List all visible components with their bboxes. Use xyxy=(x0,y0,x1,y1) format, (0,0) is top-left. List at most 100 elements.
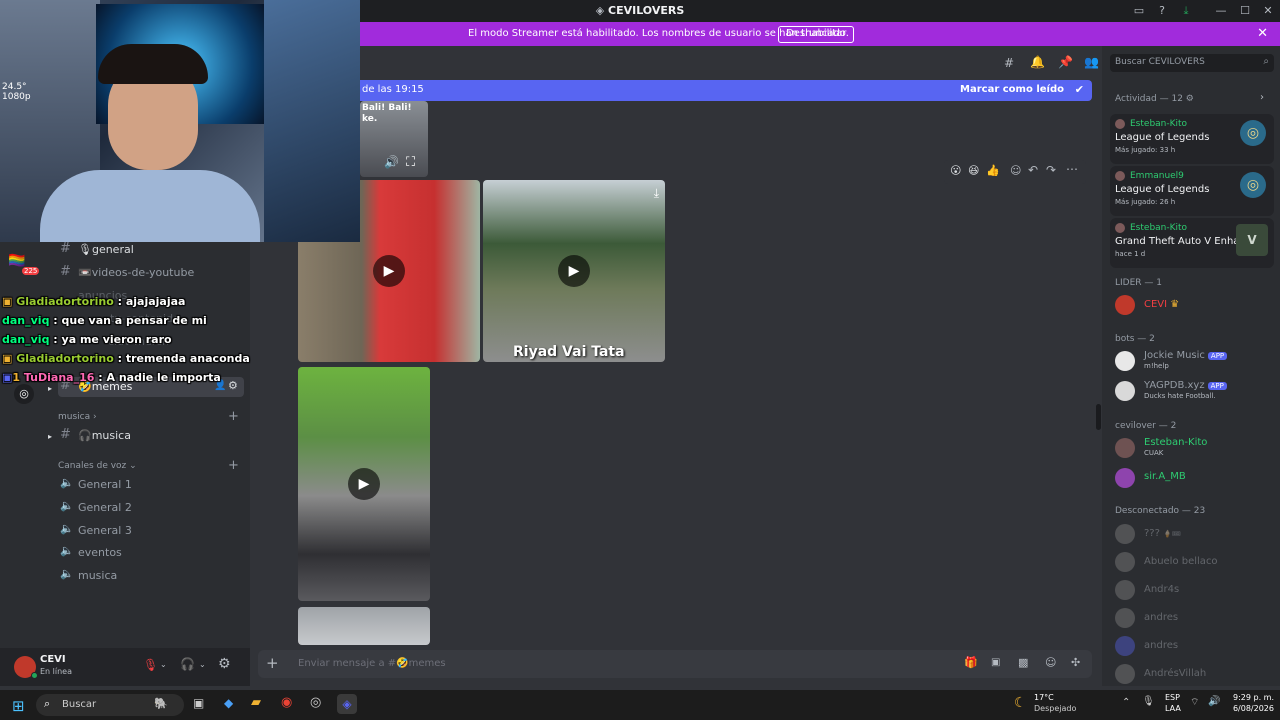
category-musica[interactable]: musica › xyxy=(58,412,97,422)
chevron-up-icon[interactable]: ⌃ xyxy=(1122,697,1130,708)
voice-channel-general-2[interactable]: 🔈 General 2 xyxy=(58,498,244,518)
laugh-reaction-icon[interactable]: 😆 xyxy=(968,164,979,177)
chevron-right-icon[interactable]: › xyxy=(1260,92,1264,103)
activity-user: Esteban-Kito xyxy=(1130,223,1188,233)
add-reaction-icon[interactable]: ☺ xyxy=(1010,164,1021,177)
webcam-hair xyxy=(98,44,208,84)
pin-icon[interactable]: 📌 xyxy=(1058,55,1073,69)
activity-card[interactable]: Emmanuel9 League of Legends Más jugado: … xyxy=(1110,166,1274,216)
maximize-icon[interactable]: ☐ xyxy=(1237,4,1253,18)
clock-date[interactable]: 6/08/2026 xyxy=(1228,704,1274,713)
mute-icon[interactable]: 🎙 xyxy=(143,658,158,672)
new-messages-bar[interactable]: de las 19:15 Marcar como leído ✔ xyxy=(360,80,1092,101)
offline-header: Desconectado — 23 xyxy=(1115,506,1206,516)
attach-plus-icon[interactable]: + xyxy=(266,654,279,672)
video-attachment[interactable] xyxy=(298,607,430,645)
language-indicator[interactable]: LAA xyxy=(1165,704,1181,713)
file-explorer-icon[interactable]: ▰ xyxy=(251,695,261,710)
threads-icon[interactable]: # xyxy=(1004,56,1014,70)
chevron-down-icon[interactable]: ⌄ xyxy=(199,660,206,669)
category-voice[interactable]: Canales de voz ⌄ xyxy=(58,461,137,471)
avatar xyxy=(1115,552,1135,572)
taskbar-search[interactable]: ⌕ Buscar 🐘 xyxy=(36,694,184,716)
member-row[interactable]: Andr4s xyxy=(1115,578,1275,602)
member-row[interactable]: andres xyxy=(1115,634,1275,658)
member-name: Andr4s xyxy=(1144,584,1180,595)
mark-read-button[interactable]: Marcar como leído xyxy=(960,84,1064,95)
activity-user: Esteban-Kito xyxy=(1130,119,1188,129)
notification-bell-icon[interactable]: 🔔 xyxy=(1030,55,1045,69)
add-channel-icon[interactable]: + xyxy=(228,409,239,424)
minimize-icon[interactable]: — xyxy=(1213,4,1229,18)
download-icon[interactable]: ⤓ xyxy=(1178,4,1194,18)
member-row[interactable]: andres xyxy=(1115,606,1275,630)
voice-channel-general-3[interactable]: 🔈 General 3 xyxy=(58,521,244,541)
volume-icon[interactable]: 🔊 xyxy=(1208,696,1220,707)
user-settings-icon[interactable]: ⚙ xyxy=(218,656,231,672)
video-attachment[interactable]: ⤓ ▶ Riyad Vai Tata xyxy=(483,180,665,362)
inbox-icon[interactable]: ▭ xyxy=(1131,4,1147,18)
chrome-icon[interactable]: ◉ xyxy=(281,695,292,710)
message-input[interactable]: Enviar mensaje a #🤣memes xyxy=(298,658,446,669)
chevron-down-icon[interactable]: ⌄ xyxy=(160,660,167,669)
obs-icon[interactable]: ◎ xyxy=(310,695,321,710)
volume-icon[interactable]: 🔊 xyxy=(384,155,399,169)
channel-general[interactable]: # 🎙general xyxy=(58,240,244,260)
member-row[interactable]: Abuelo bellaco xyxy=(1115,550,1275,574)
member-row[interactable]: Esteban-Kito CUAK xyxy=(1115,436,1275,460)
sticker-icon[interactable]: ▩ xyxy=(1018,656,1028,669)
voice-channel-general-1[interactable]: 🔈 General 1 xyxy=(58,475,244,495)
member-row[interactable]: AndrésVillah xyxy=(1115,662,1275,686)
clock-time[interactable]: 9:29 p. m. xyxy=(1228,693,1274,702)
scrollbar-thumb[interactable] xyxy=(1096,404,1101,430)
streamer-mode-banner: El modo Streamer está habilitado. Los no… xyxy=(360,22,1280,46)
activity-card[interactable]: Esteban-Kito Grand Theft Auto V Enhan...… xyxy=(1110,218,1274,268)
play-icon[interactable]: ▶ xyxy=(373,255,405,287)
member-row[interactable]: ??? 🍦🎟 xyxy=(1115,522,1275,546)
taskbar: ⊞ ⌕ Buscar 🐘 ▣ ◆ ▰ ◉ ◎ ◈ ☾ 17°C Despejad… xyxy=(0,690,1280,720)
video-attachment[interactable]: ▶ xyxy=(298,367,430,601)
help-icon[interactable]: ? xyxy=(1154,4,1170,18)
more-icon[interactable]: ⋯ xyxy=(1066,162,1078,176)
close-banner-icon[interactable]: ✕ xyxy=(1257,26,1268,41)
activity-card[interactable]: Esteban-Kito League of Legends Más jugad… xyxy=(1110,114,1274,164)
avatar xyxy=(1115,119,1125,129)
gif-icon[interactable]: ▣ xyxy=(991,657,1000,668)
channel-videos-de-youtube[interactable]: # 📼videos-de-youtube xyxy=(58,263,244,283)
wifi-icon[interactable]: ⌔ xyxy=(1190,696,1199,709)
play-icon[interactable]: ▶ xyxy=(558,255,590,287)
windows-start-icon[interactable]: ⊞ xyxy=(12,697,25,715)
member-row[interactable]: Jockie Music APP m!help xyxy=(1115,349,1275,373)
close-window-icon[interactable]: ✕ xyxy=(1260,4,1276,18)
apps-icon[interactable]: ✣ xyxy=(1071,656,1080,669)
member-row[interactable]: CEVI ♛ xyxy=(1115,293,1275,317)
react-icon[interactable]: 😮 xyxy=(950,164,961,177)
discord-icon[interactable]: ◈ xyxy=(337,694,357,714)
app-icon[interactable]: ◆ xyxy=(224,696,233,710)
voice-channel-eventos[interactable]: 🔈 eventos xyxy=(58,543,244,563)
voice-channel-musica[interactable]: 🔈 musica xyxy=(58,566,244,586)
language-indicator[interactable]: ESP xyxy=(1165,693,1180,702)
member-row[interactable]: YAGPDB.xyz APP Ducks hate Football. xyxy=(1115,379,1275,403)
microphone-icon[interactable]: 🎙 xyxy=(1142,696,1155,707)
settings-icon[interactable]: ⚙ xyxy=(228,379,238,392)
thumbs-up-icon[interactable]: 👍 xyxy=(986,164,1000,177)
search-input[interactable]: Buscar CEVILOVERS ⌕ xyxy=(1110,54,1274,72)
activity-header[interactable]: Actividad — 12 ⚙ xyxy=(1115,94,1194,104)
task-view-icon[interactable]: ▣ xyxy=(193,696,204,710)
fullscreen-icon[interactable]: ⛶ xyxy=(406,155,415,170)
gift-icon[interactable]: 🎁 xyxy=(964,656,978,669)
emoji-icon[interactable]: ☺ xyxy=(1045,656,1056,669)
activity-time: Más jugado: 33 h xyxy=(1115,146,1176,154)
headphones-icon[interactable]: 🎧 xyxy=(180,657,195,671)
member-row[interactable]: sir.A_MB xyxy=(1115,466,1275,490)
disable-streamer-button[interactable]: Deshabilitar xyxy=(778,26,855,43)
download-icon[interactable]: ⤓ xyxy=(654,186,659,201)
video-attachment[interactable]: Bali! Bali! ke. 🔊 ⛶ xyxy=(360,101,428,177)
reply-icon[interactable]: ↶ xyxy=(1028,163,1038,177)
add-channel-icon[interactable]: + xyxy=(228,458,239,473)
play-icon[interactable]: ▶ xyxy=(348,468,380,500)
channel-musica[interactable]: # 🎧musica xyxy=(58,426,244,446)
forward-icon[interactable]: ↷ xyxy=(1046,163,1056,177)
member-list-icon[interactable]: 👥 xyxy=(1084,55,1099,69)
